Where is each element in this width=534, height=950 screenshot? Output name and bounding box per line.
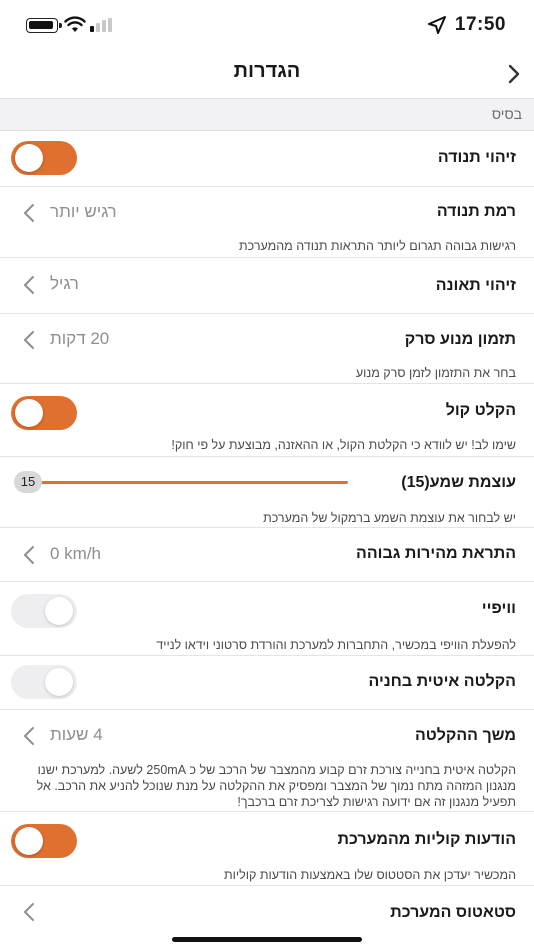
toggle-knob bbox=[15, 827, 43, 855]
row-wifi: ווי‏פיי להפעלת הוויפי במכשיר, התחברות למ… bbox=[0, 582, 534, 656]
scan-timer-value: 20 דקות bbox=[50, 329, 110, 348]
row-accident-detection[interactable]: זיהוי תאונה רגיל bbox=[0, 258, 534, 314]
volume-description: יש לבחור את עוצמת השמע ברמקול של המערכת bbox=[263, 511, 516, 525]
battery-icon bbox=[26, 18, 62, 33]
voice-messages-toggle[interactable] bbox=[11, 824, 77, 858]
recording-duration-value: 4 שעות bbox=[50, 725, 103, 744]
system-status-label: סטאטוס המערכת bbox=[390, 904, 516, 921]
accident-detection-label: זיהוי תאונה bbox=[435, 277, 516, 294]
motion-level-description: רגישות גבוהה תגרום ליותר התראות תנודה מה… bbox=[239, 239, 516, 253]
parking-recording-label: הקלטה איטית בחניה bbox=[368, 673, 516, 690]
location-arrow-icon bbox=[428, 16, 446, 34]
scan-timer-description: בחר את התזמון לזמן סרק מנוע bbox=[355, 366, 516, 380]
row-voice-messages: הודעות קוליות מהמערכת המכשיר יעדכן את הס… bbox=[0, 812, 534, 886]
row-recording-duration[interactable]: משך ההקלטה 4 שעות הקלטה איטית בחנייה צור… bbox=[0, 710, 534, 812]
toggle-knob bbox=[45, 597, 73, 625]
chevron-left-icon bbox=[24, 331, 34, 349]
row-scan-timer[interactable]: תזמון מנוע סרק 20 דקות בחר את התזמון לזמ… bbox=[0, 314, 534, 384]
motion-detection-toggle[interactable] bbox=[11, 141, 77, 175]
voice-recording-description: שימו לב! יש לוודא כי הקלטת הקול, או ההאז… bbox=[171, 438, 516, 452]
row-speed-alert[interactable]: התראת מהירות גבוהה 0 km/h bbox=[0, 528, 534, 582]
motion-level-label: רמת תנודה bbox=[436, 203, 516, 220]
section-header-basic: בסיס bbox=[0, 98, 534, 131]
wifi-toggle[interactable] bbox=[11, 594, 77, 628]
speed-alert-label: התראת מהירות גבוהה bbox=[356, 545, 516, 562]
status-time: 17:50 bbox=[454, 14, 506, 35]
recording-duration-description: הקלטה איטית בחנייה צורכת זרם קבוע מהמצבר… bbox=[36, 763, 516, 809]
chevron-left-icon bbox=[24, 546, 34, 564]
recording-duration-label: משך ההקלטה bbox=[414, 727, 516, 744]
signal-icon bbox=[90, 18, 112, 32]
speed-alert-value: 0 km/h bbox=[50, 544, 102, 563]
motion-detection-label: זיהוי תנודה bbox=[437, 149, 516, 166]
row-parking-recording: הקלטה איטית בחניה bbox=[0, 656, 534, 710]
wifi-icon bbox=[64, 16, 86, 32]
motion-level-value: רגיש יותר bbox=[50, 202, 117, 221]
chevron-left-icon bbox=[24, 204, 34, 222]
voice-messages-description: המכשיר יעדכן את הסטטוס שלו באמצעות הודעו… bbox=[224, 868, 516, 882]
row-volume: עוצמת שמע(15) 15 יש לבחור את עוצמת השמע … bbox=[0, 457, 534, 528]
row-voice-recording: הקלט קול שימו לב! יש לוודא כי הקלטת הקול… bbox=[0, 384, 534, 457]
volume-slider-track[interactable] bbox=[28, 481, 348, 484]
wifi-description: להפעלת הוויפי במכשיר, התחברות למערכת והו… bbox=[156, 638, 516, 652]
toggle-knob bbox=[45, 668, 73, 696]
row-system-status[interactable]: סטאטוס המערכת bbox=[0, 886, 534, 942]
toggle-knob bbox=[15, 144, 43, 172]
chevron-left-icon bbox=[24, 727, 34, 745]
scan-timer-label: תזמון מנוע סרק bbox=[404, 331, 516, 348]
chevron-left-icon bbox=[24, 903, 34, 921]
row-motion-detection: זיהוי תנודה bbox=[0, 131, 534, 187]
voice-messages-label: הודעות קוליות מהמערכת bbox=[337, 831, 516, 848]
volume-label: עוצמת שמע(15) bbox=[401, 474, 516, 491]
back-chevron-icon[interactable] bbox=[504, 62, 524, 86]
voice-recording-toggle[interactable] bbox=[11, 396, 77, 430]
voice-recording-label: הקלט קול bbox=[445, 402, 516, 419]
volume-slider-thumb[interactable]: 15 bbox=[14, 471, 42, 493]
chevron-left-icon bbox=[24, 276, 34, 294]
status-bar: 17:50 bbox=[0, 0, 534, 50]
nav-header: הגדרות bbox=[0, 50, 534, 98]
wifi-label: ווי‏פיי bbox=[481, 600, 516, 617]
section-title: בסיס bbox=[491, 106, 522, 122]
page-title: הגדרות bbox=[233, 60, 301, 82]
parking-recording-toggle[interactable] bbox=[11, 665, 77, 699]
toggle-knob bbox=[15, 399, 43, 427]
accident-detection-value: רגיל bbox=[50, 274, 79, 293]
home-indicator bbox=[172, 937, 362, 942]
row-motion-level[interactable]: רמת תנודה רגיש יותר רגישות גבוהה תגרום ל… bbox=[0, 187, 534, 258]
